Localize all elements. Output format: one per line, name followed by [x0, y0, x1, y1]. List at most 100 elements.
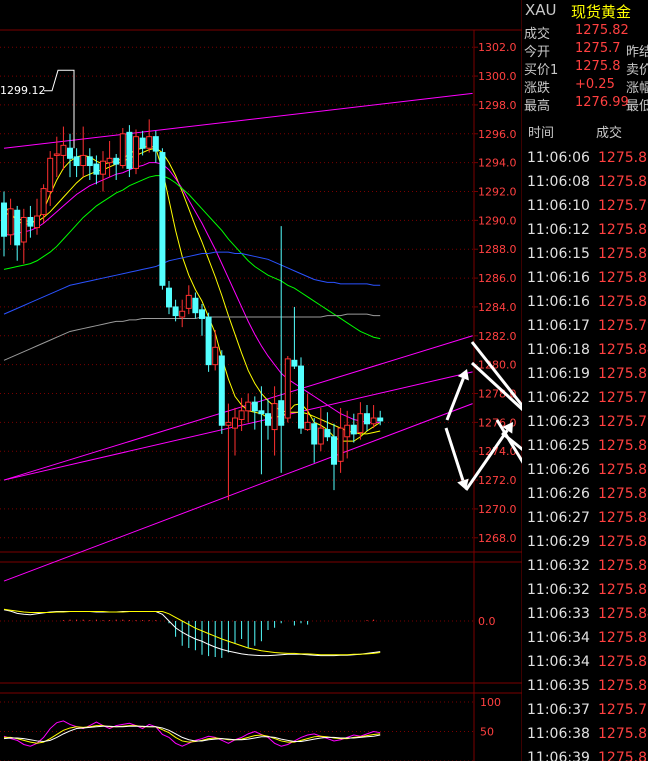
price-tick-label: 1268.0 [478, 532, 517, 545]
trendline [3, 335, 473, 481]
tick-row[interactable]: 11:06:23 1275.79 [522, 410, 648, 434]
quote-row: 今开 1275.7 昨结 [522, 40, 648, 60]
tick-time: 11:06:32 [527, 558, 590, 574]
candle-body [20, 216, 27, 243]
candle-body [357, 413, 364, 433]
tick-time: 11:06:12 [527, 222, 590, 238]
candle-body [324, 429, 331, 438]
instrument-header: XAU 现货黄金 [522, 0, 648, 22]
quote-row: 买价1 1275.8 卖价 [522, 58, 648, 78]
oscillator-tick-label: 50 [480, 726, 494, 739]
candle-body [337, 427, 344, 462]
candle-body [344, 424, 351, 438]
tick-row[interactable]: 11:06:26 1275.81 [522, 482, 648, 506]
candle-body [40, 188, 47, 216]
candle-body [133, 136, 139, 169]
tick-price: 1275.83 [598, 582, 648, 598]
tick-row[interactable]: 11:06:15 1275.85 [522, 242, 648, 266]
candle-body [73, 156, 80, 167]
tick-row[interactable]: 11:06:08 1275.83 [522, 170, 648, 194]
price-tick-label: 1270.0 [478, 503, 517, 516]
candle-body [1, 202, 7, 237]
candle-body [172, 306, 179, 317]
tick-row[interactable]: 11:06:32 1275.83 [522, 578, 648, 602]
chart-area[interactable]: 1302.0 1300.0 1298.0 1296.0 1294.0 1292.0 1290… [0, 0, 522, 761]
tick-row[interactable]: 11:06:12 1275.82 [522, 218, 648, 242]
tick-price: 1275.79 [598, 414, 648, 430]
candle-body [179, 310, 186, 318]
candle-body [100, 160, 106, 175]
tick-time: 11:06:35 [527, 678, 590, 694]
tick-price: 1275.81 [598, 294, 648, 310]
tick-price: 1275.84 [598, 342, 648, 358]
candle-body [126, 131, 133, 169]
tick-price: 1275.81 [598, 486, 648, 502]
candle-body [67, 147, 73, 159]
candle-body [34, 215, 40, 229]
quote-key-2: 最低 [626, 99, 648, 114]
tick-row[interactable]: 11:06:39 1275.83 [522, 746, 648, 761]
candle-body [185, 294, 192, 309]
candle-body [60, 144, 67, 156]
tick-price: 1275.81 [598, 558, 648, 574]
tick-row[interactable]: 11:06:19 1275.81 [522, 362, 648, 386]
tick-row[interactable]: 11:06:26 1275.85 [522, 458, 648, 482]
tick-row[interactable]: 11:06:06 1275.85 [522, 146, 648, 170]
candle-body [7, 208, 14, 236]
tick-price: 1275.84 [598, 510, 648, 526]
tick-row[interactable]: 11:06:25 1275.83 [522, 434, 648, 458]
macd-signal-line [3, 609, 381, 657]
candle-body [53, 153, 60, 156]
tick-row[interactable]: 11:06:18 1275.84 [522, 338, 648, 362]
tick-time: 11:06:16 [527, 270, 590, 286]
macd-signal-line [3, 608, 381, 656]
candle-body [152, 136, 159, 152]
ticks-header: 时间 成交 [522, 120, 648, 142]
candle-body [212, 346, 219, 366]
tick-row[interactable]: 11:06:32 1275.81 [522, 554, 648, 578]
tick-row[interactable]: 11:06:10 1275.79 [522, 194, 648, 218]
tick-time: 11:06:26 [527, 462, 590, 478]
tick-time: 11:06:32 [527, 582, 590, 598]
tick-time: 11:06:33 [527, 606, 590, 622]
candle-body [271, 403, 278, 431]
price-tick-label: 1294.0 [478, 157, 517, 170]
tick-row[interactable]: 11:06:22 1275.78 [522, 386, 648, 410]
oscillator-tick-label: 100 [480, 696, 501, 709]
candle-body [166, 287, 172, 308]
candle-body [146, 136, 153, 149]
tick-time: 11:06:10 [527, 198, 590, 214]
tick-row[interactable]: 11:06:16 1275.81 [522, 290, 648, 314]
candle-body [192, 297, 199, 314]
tick-price: 1275.81 [598, 630, 648, 646]
tick-time: 11:06:29 [527, 534, 590, 550]
tick-time: 11:06:23 [527, 414, 590, 430]
tick-row[interactable]: 11:06:34 1275.81 [522, 626, 648, 650]
tick-time: 11:06:06 [527, 150, 590, 166]
tick-row[interactable]: 11:06:16 1275.82 [522, 266, 648, 290]
tick-time: 11:06:16 [527, 294, 590, 310]
quote-value: +0.25 [575, 77, 615, 92]
tick-row[interactable]: 11:06:35 1275.80 [522, 674, 648, 698]
tick-row[interactable]: 11:06:37 1275.77 [522, 698, 648, 722]
tick-price: 1275.77 [598, 702, 648, 718]
tick-time: 11:06:08 [527, 174, 590, 190]
candle-body [311, 423, 318, 445]
tick-row[interactable]: 11:06:34 1275.83 [522, 650, 648, 674]
tick-row[interactable]: 11:06:38 1275.81 [522, 722, 648, 746]
tick-row[interactable]: 11:06:17 1275.79 [522, 314, 648, 338]
tick-time: 11:06:34 [527, 630, 590, 646]
tick-price: 1275.82 [598, 270, 648, 286]
tick-row[interactable]: 11:06:29 1275.82 [522, 530, 648, 554]
candle-body [370, 417, 377, 425]
candle-body [238, 410, 245, 420]
tick-price: 1275.81 [598, 366, 648, 382]
ticks-header-time: 时间 [528, 126, 555, 141]
tick-time: 11:06:18 [527, 342, 590, 358]
candle-body [139, 137, 146, 149]
tick-row[interactable]: 11:06:33 1275.84 [522, 602, 648, 626]
candle-body [284, 358, 291, 419]
tick-row[interactable]: 11:06:27 1275.84 [522, 506, 648, 530]
price-tick-label: 1284.0 [478, 301, 517, 314]
tick-time: 11:06:34 [527, 654, 590, 670]
